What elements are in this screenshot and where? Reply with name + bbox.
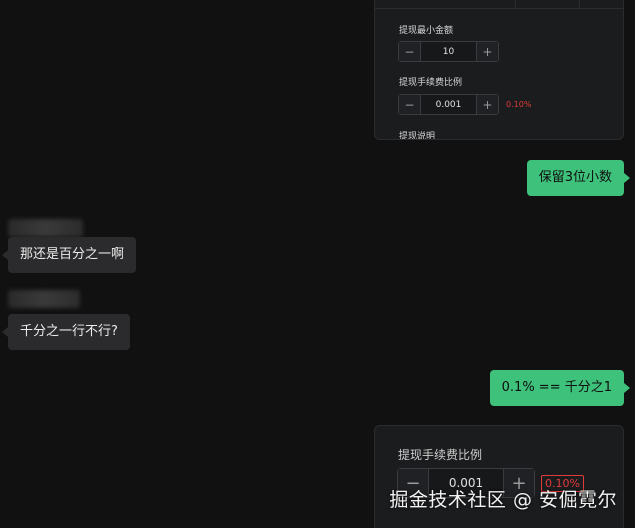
divider [579,0,580,9]
min-amount-stepper[interactable]: − 10 + [398,41,499,62]
divider [515,0,516,9]
fee-ratio-label: 提现手续费比例 [398,448,483,462]
shared-screenshot-card[interactable]: 提现最小金额 − 10 + 提现手续费比例 − 0.001 + 0.10% 提现… [374,0,624,140]
minus-icon[interactable]: − [399,95,421,114]
plus-icon[interactable]: + [476,42,498,61]
withdraw-description-label: 提现说明 [399,132,436,140]
card-header-strip [375,0,623,9]
outgoing-message-bubble[interactable]: 保留3位小数 [526,160,631,196]
fee-ratio-stepper[interactable]: − 0.001 + [398,94,499,115]
fee-percent-readout: 0.10% [506,100,532,109]
watermark-text: 掘金技术社区 @ 安倔霓尔 [389,489,617,511]
incoming-message-bubble[interactable]: 千分之一行不行? [2,314,130,350]
fee-ratio-label: 提现手续费比例 [399,78,463,88]
outgoing-message-bubble[interactable]: 0.1% == 千分之1 [489,370,631,406]
plus-icon[interactable]: + [476,95,498,114]
sender-name-blurred [8,219,83,237]
sender-name-blurred [8,290,80,308]
incoming-message-bubble[interactable]: 那还是百分之一啊 [1,237,137,273]
min-amount-value[interactable]: 10 [421,42,476,61]
minus-icon[interactable]: − [399,42,421,61]
min-amount-label: 提现最小金额 [399,26,454,36]
shared-screenshot-card[interactable]: 提现手续费比例 − 0.001 + 0.10% [374,425,624,528]
fee-ratio-value[interactable]: 0.001 [421,95,476,114]
